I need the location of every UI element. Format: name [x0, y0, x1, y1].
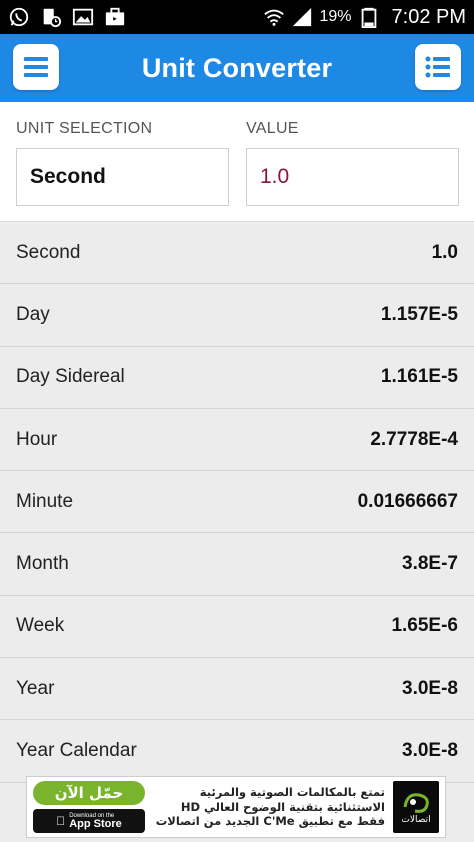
list-button[interactable] — [415, 44, 461, 90]
result-unit: Day Sidereal — [16, 366, 125, 388]
result-unit: Day — [16, 303, 50, 325]
app-title: Unit Converter — [141, 52, 333, 83]
value-label: VALUE — [246, 120, 299, 137]
etisalat-logo: اتصالات — [393, 781, 439, 833]
ad-banner[interactable]: حمّل الآن  Download on the App Store تم… — [26, 776, 446, 838]
result-value: 3.8E-7 — [402, 553, 458, 575]
list-item[interactable]: Minute 0.01666667 — [0, 471, 474, 534]
ad-actions: حمّل الآن  Download on the App Store — [33, 781, 145, 833]
results-list: Second 1.0 Day 1.157E-5 Day Sidereal 1.1… — [0, 222, 474, 783]
ad-line: تمتع بالمكالمات الصوتية والمرئية — [199, 785, 385, 800]
list-item[interactable]: Year 3.0E-8 — [0, 658, 474, 721]
logo-text: اتصالات — [401, 815, 431, 825]
result-value: 0.01666667 — [357, 490, 458, 512]
result-unit: Year — [16, 677, 55, 699]
list-item[interactable]: Month 3.8E-7 — [0, 533, 474, 596]
ad-text: تمتع بالمكالمات الصوتية والمرئية الاستثن… — [153, 785, 385, 828]
result-unit: Month — [16, 553, 69, 575]
app-store-badge[interactable]:  Download on the App Store — [33, 809, 145, 833]
result-value: 1.65E-6 — [391, 615, 458, 637]
result-unit: Minute — [16, 490, 74, 512]
battery-icon — [358, 6, 380, 28]
unit-selector[interactable]: Second — [16, 148, 229, 206]
battery-percent: 19% — [319, 8, 352, 25]
result-value: 2.7778E-4 — [370, 428, 458, 450]
etisalat-logo-icon — [403, 793, 429, 813]
list-item[interactable]: Day Sidereal 1.161E-5 — [0, 346, 474, 409]
result-unit: Second — [16, 241, 81, 263]
notification-icons — [8, 6, 126, 28]
value-input[interactable]: 1.0 — [246, 148, 459, 206]
list-item[interactable]: Hour 2.7778E-4 — [0, 408, 474, 472]
list-item[interactable]: Second 1.0 — [0, 222, 474, 285]
list-icon — [425, 56, 450, 78]
list-item[interactable]: Week 1.65E-6 — [0, 595, 474, 659]
unit-selection-label: UNIT SELECTION — [16, 120, 153, 137]
result-unit: Hour — [16, 428, 58, 450]
result-value: 3.0E-8 — [402, 677, 458, 699]
sim-clock-icon — [40, 6, 62, 28]
result-unit: Week — [16, 615, 65, 637]
result-value: 1.157E-5 — [380, 303, 458, 325]
app-bar: Unit Converter — [0, 34, 474, 102]
result-unit: Year Calendar — [16, 740, 137, 762]
ad-line: الاستثنائية بتقنية الوضوح العالي HD — [180, 799, 385, 814]
store-name: App Store — [64, 817, 122, 830]
wifi-icon — [263, 6, 285, 28]
result-value: 1.0 — [431, 241, 458, 263]
list-item[interactable]: Year Calendar 3.0E-8 — [0, 720, 474, 783]
gallery-icon — [72, 6, 94, 28]
menu-button[interactable] — [13, 44, 59, 90]
hamburger-menu-icon — [24, 57, 48, 77]
ad-line: فقط مع تطبيق C'Me الجديد من اتصالات — [155, 814, 385, 829]
system-indicators: 19% 7:02 PM — [263, 6, 466, 29]
clock: 7:02 PM — [391, 5, 466, 28]
list-item[interactable]: Day 1.157E-5 — [0, 284, 474, 347]
selection-panel: UNIT SELECTION VALUE Second 1.0 — [0, 102, 474, 222]
whatsapp-icon — [8, 6, 30, 28]
result-value: 3.0E-8 — [402, 740, 458, 762]
result-value: 1.161E-5 — [380, 366, 458, 388]
ad-download-button[interactable]: حمّل الآن — [33, 781, 145, 805]
briefcase-icon — [104, 6, 126, 28]
apple-icon:  — [56, 814, 65, 828]
signal-icon — [291, 6, 313, 28]
status-bar: 19% 7:02 PM — [0, 0, 474, 34]
